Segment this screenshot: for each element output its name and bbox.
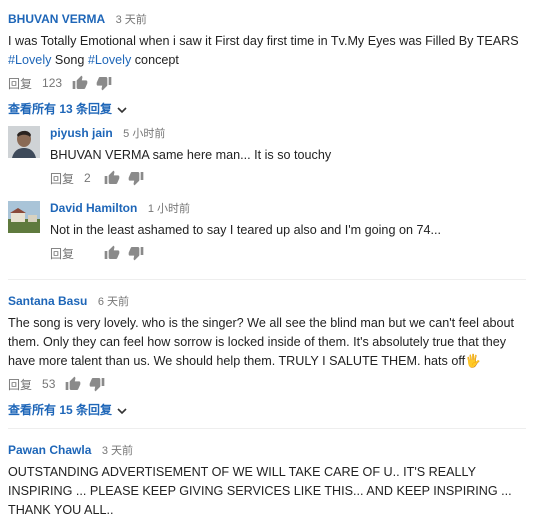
like-count: 123 <box>42 76 63 90</box>
chevron-down-icon <box>117 405 127 415</box>
comment-author[interactable]: Santana Basu <box>8 294 87 308</box>
thumbs-down-icon[interactable] <box>96 75 112 91</box>
hashtag-link[interactable]: #Lovely <box>88 53 131 67</box>
comment-text-part: concept <box>131 53 179 67</box>
avatar[interactable] <box>8 201 40 233</box>
reply-content: piyush jain 5 小时前 BHUVAN VERMA same here… <box>50 124 534 187</box>
reply-button[interactable]: 回复 <box>50 245 74 262</box>
reply-time[interactable]: 1 小时前 <box>148 203 190 215</box>
thumbs-down-icon[interactable] <box>89 376 105 392</box>
reply-header: David Hamilton 1 小时前 <box>50 199 534 217</box>
reply-button[interactable]: 回复 <box>8 376 32 393</box>
view-replies-label: 查看所有 15 条回复 <box>8 403 113 417</box>
like-count: 2 <box>84 171 91 185</box>
thumbs-down-icon[interactable] <box>128 245 144 261</box>
comment-author[interactable]: Pawan Chawla <box>8 443 91 457</box>
thumbs-down-icon[interactable] <box>128 170 144 186</box>
comment-text: The song is very lovely. who is the sing… <box>8 316 514 368</box>
divider <box>8 428 526 429</box>
reply-time[interactable]: 5 小时前 <box>123 128 165 140</box>
comment-pawan-chawla: Pawan Chawla 3 天前 OUTSTANDING ADVERTISEM… <box>8 441 524 520</box>
thumbs-up-icon[interactable] <box>72 75 88 91</box>
thumbs-up-icon[interactable] <box>104 245 120 261</box>
comment-santana-basu: Santana Basu 6 天前 The song is very lovel… <box>8 292 524 419</box>
comment-header: Santana Basu 6 天前 <box>8 292 524 310</box>
reply-header: piyush jain 5 小时前 <box>50 124 534 142</box>
like-count: 53 <box>42 377 56 391</box>
view-replies-button[interactable]: 查看所有 13 条回复 <box>8 100 127 117</box>
comment-text: I was Totally Emotional when i saw it Fi… <box>8 32 526 70</box>
reply-author[interactable]: David Hamilton <box>50 201 137 215</box>
comment-actions: 回复 123 <box>8 74 526 92</box>
thumbs-up-icon[interactable] <box>65 376 81 392</box>
comment-header: BHUVAN VERMA 3 天前 <box>8 10 526 28</box>
reply-actions: 回复 <box>50 244 534 262</box>
reply-content: David Hamilton 1 小时前 Not in the least as… <box>50 199 534 262</box>
thumbs-up-icon[interactable] <box>104 170 120 186</box>
avatar[interactable] <box>8 126 40 158</box>
comment-author[interactable]: BHUVAN VERMA <box>8 12 105 26</box>
comment-time[interactable]: 3 天前 <box>116 14 147 26</box>
reply-author[interactable]: piyush jain <box>50 126 113 140</box>
hashtag-link[interactable]: #Lovely <box>8 53 51 67</box>
view-replies-label: 查看所有 13 条回复 <box>8 102 113 116</box>
reply-actions: 回复 2 <box>50 169 534 187</box>
comment-text: OUTSTANDING ADVERTISEMENT OF WE WILL TAK… <box>8 465 512 517</box>
comment-header: Pawan Chawla 3 天前 <box>8 441 524 459</box>
comment-bhuvan-verma: BHUVAN VERMA 3 天前 I was Totally Emotiona… <box>8 10 526 118</box>
reply-text: BHUVAN VERMA same here man... It is so t… <box>50 148 332 162</box>
comment-actions: 回复 53 <box>8 375 524 393</box>
divider <box>8 279 526 280</box>
comment-time[interactable]: 6 天前 <box>98 296 129 308</box>
reply-text: Not in the least ashamed to say I teared… <box>50 223 441 237</box>
reply-button[interactable]: 回复 <box>8 75 32 92</box>
comment-time[interactable]: 3 天前 <box>102 445 133 457</box>
comment-text-part: I was Totally Emotional when i saw it Fi… <box>8 34 519 48</box>
reply-button[interactable]: 回复 <box>50 170 74 187</box>
view-replies-button[interactable]: 查看所有 15 条回复 <box>8 401 127 418</box>
chevron-down-icon <box>117 104 127 114</box>
comment-text-part: Song <box>51 53 88 67</box>
